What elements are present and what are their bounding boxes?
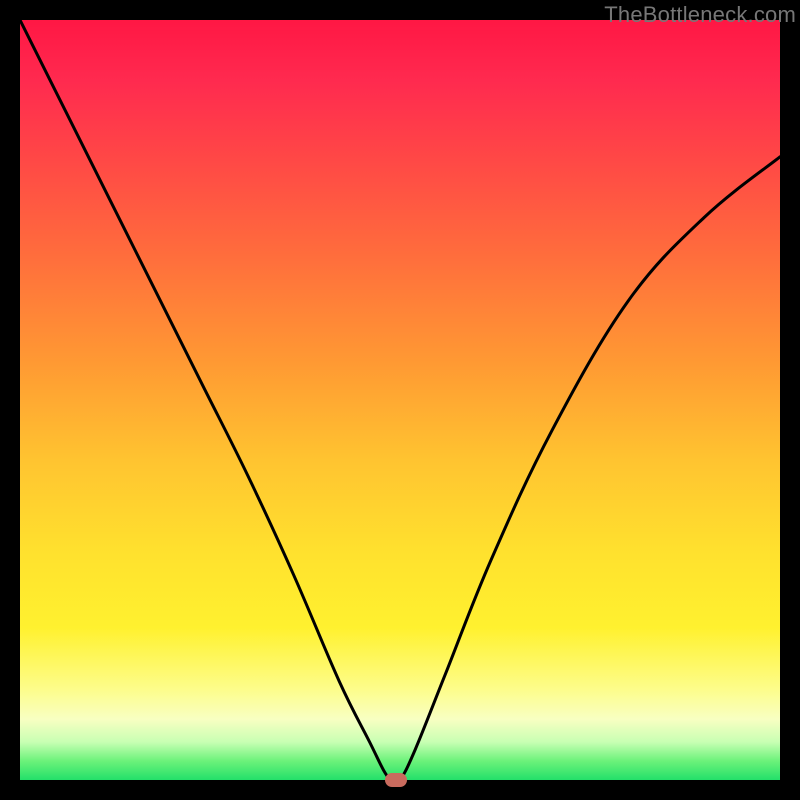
bottleneck-curve [20, 20, 780, 780]
plot-area [20, 20, 780, 780]
chart-frame: TheBottleneck.com [0, 0, 800, 800]
minimum-marker [385, 773, 407, 787]
watermark-text: TheBottleneck.com [604, 2, 796, 28]
